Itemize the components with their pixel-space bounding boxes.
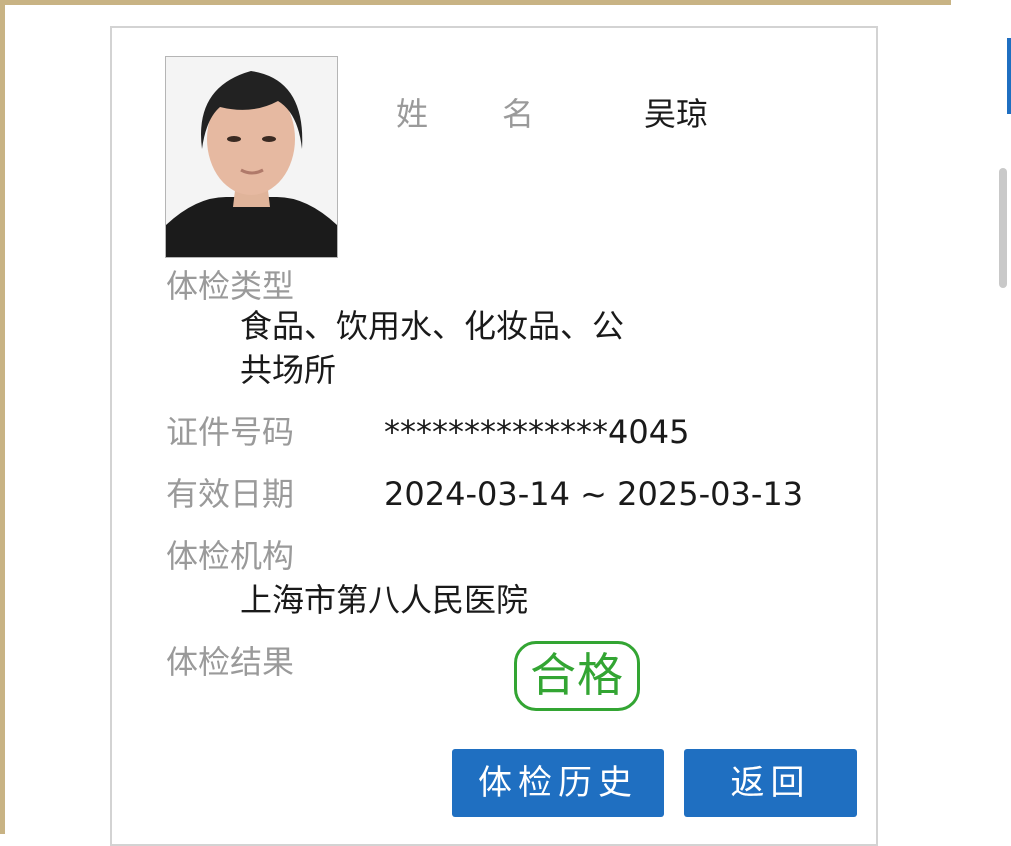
exam-history-button[interactable]: 体检历史 [452, 749, 664, 817]
valid-date-label: 有效日期 [166, 475, 295, 513]
exam-org-label: 体检机构 [166, 537, 295, 575]
valid-date-value: 2024-03-14 ~ 2025-03-13 [384, 475, 804, 513]
exam-type-value-line1: 食品、饮用水、化妆品、公 [240, 307, 625, 345]
scrollbar-thumb[interactable] [999, 168, 1007, 288]
exam-type-label: 体检类型 [166, 267, 295, 305]
right-edge-strip [955, 0, 1011, 834]
name-value: 吴琼 [644, 95, 709, 133]
exam-org-value: 上海市第八人民医院 [240, 581, 529, 619]
id-number-label: 证件号码 [166, 413, 295, 451]
edge-accent [1007, 38, 1011, 114]
exam-type-value-line2: 共场所 [240, 351, 337, 389]
id-number-value: **************4045 [384, 413, 690, 451]
back-button[interactable]: 返回 [684, 749, 857, 817]
portrait-photo [165, 56, 338, 258]
exam-result-label: 体检结果 [166, 643, 295, 681]
name-label-part2: 名 [502, 95, 535, 133]
name-label-part1: 姓 [396, 95, 429, 133]
result-stamp: 合格 [514, 641, 640, 711]
